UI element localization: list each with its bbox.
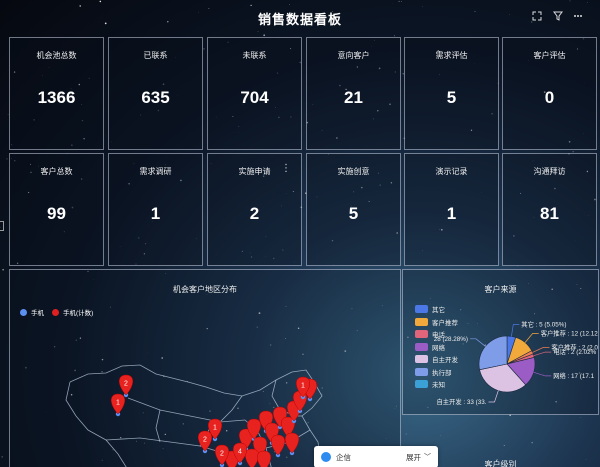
kpi-value: 5 (446, 88, 457, 107)
pie-slice-label: 自主开发 : 33 (33. (436, 397, 486, 406)
kpi-value: 2 (249, 204, 260, 223)
kpi-value: 1366 (37, 88, 76, 107)
map-province-border (127, 397, 246, 423)
dashboard-title: 销售数据看板 (257, 12, 342, 27)
china-map[interactable]: 212112 4 (10, 270, 401, 467)
chevron-down-icon: ﹀ (424, 454, 431, 461)
pie-slice-label: 客户推荐 : 12 (12.12%) (541, 328, 599, 337)
kpi-card-contacted[interactable]: 已联系 635 (108, 37, 203, 150)
kpi-label: 已联系 (143, 51, 168, 60)
pie-label-line (488, 390, 499, 403)
pie-label-line (532, 347, 550, 353)
kpi-label: 客户总数 (40, 167, 73, 176)
kpi-label: 意向客户 (337, 51, 370, 60)
pie-label-line (524, 333, 539, 343)
pie-slice-label: 网络 : 17 (17.1 (553, 371, 594, 380)
kpi-card-demo-records[interactable]: 演示记录 1 (404, 153, 499, 266)
kpi-card-implementation-idea[interactable]: 实施创意 5 (306, 153, 401, 266)
kpi-card-implementation-request[interactable]: 实施申请 2 ⋮ (207, 153, 302, 266)
kpi-card-opportunity-total[interactable]: 机会池总数 1366 (9, 37, 104, 150)
chat-icon (321, 452, 331, 462)
kpi-label: 机会池总数 (36, 51, 77, 60)
pie-slice-label: 其它 : 5 (5.05%) (521, 320, 566, 329)
kpi-value: 5 (348, 204, 359, 223)
more-icon[interactable] (573, 11, 583, 24)
map-panel: 机会客户地区分布 手机 手机(计数) 2121124 (9, 269, 401, 467)
map-pins: 212112 4 (111, 374, 317, 467)
kpi-label: 实施创意 (337, 167, 370, 176)
kpi-label: 需求评估 (435, 51, 468, 60)
pie-label-line (511, 324, 520, 337)
chat-expand-label: 展开 (406, 452, 421, 462)
kpi-label: 未联系 (242, 51, 267, 60)
map-pin-label: 2 (203, 437, 207, 444)
map-pin-label: 4 (238, 449, 242, 456)
kpi-value: 81 (540, 204, 559, 223)
kpi-card-customer-total[interactable]: 客户总数 99 (9, 153, 104, 266)
card-more-icon[interactable]: ⋮ (281, 163, 291, 174)
kpi-card-needs-research[interactable]: 需求调研 1 (108, 153, 203, 266)
map-province-border (155, 409, 161, 443)
map-pin-label: 2 (220, 451, 224, 458)
pie-label-line (533, 371, 552, 377)
filter-icon[interactable] (553, 11, 563, 24)
customer-source-pie[interactable]: 其它 : 5 (5.05%)客户推荐 : 12 (12.12%)客户推荐 : 2… (403, 270, 599, 415)
kpi-card-communication-visits[interactable]: 沟通拜访 81 (502, 153, 597, 266)
kpi-value: 635 (141, 88, 170, 107)
map-pin-label: 1 (213, 425, 217, 432)
pie-slice[interactable] (478, 335, 508, 371)
kpi-value: 0 (544, 88, 555, 107)
kpi-card-intent-customers[interactable]: 意向客户 21 (306, 37, 401, 150)
map-pin-label: 1 (116, 400, 120, 407)
kpi-card-customer-assessment[interactable]: 客户评估 0 (502, 37, 597, 150)
kpi-card-needs-assessment[interactable]: 需求评估 5 (404, 37, 499, 150)
kpi-card-not-contacted[interactable]: 未联系 704 (207, 37, 302, 150)
pie-label-line (470, 338, 486, 347)
kpi-value: 1 (150, 204, 161, 223)
kpi-label: 需求调研 (139, 167, 172, 176)
customer-source-panel: 客户来源 其它 客户推荐 电话 网络 自主开发 执行部 未知 其它 : 5 (5… (402, 269, 599, 415)
kpi-value: 99 (47, 204, 66, 223)
pie-slice-label: 28 (28.28%) (434, 336, 468, 343)
kpi-label: 演示记录 (435, 167, 468, 176)
fullscreen-icon[interactable] (532, 11, 542, 24)
side-edge-handle[interactable] (0, 221, 4, 231)
pie-label-line (533, 351, 552, 357)
map-pin-label: 1 (301, 383, 305, 390)
kpi-label: 客户评估 (533, 51, 566, 60)
pie-slice-label: 电话 : 2 (2.02% (553, 347, 596, 356)
chat-widget-button[interactable]: 企信 展开 ﹀ (314, 446, 438, 467)
kpi-label: 沟通拜访 (533, 167, 566, 176)
kpi-value: 704 (240, 88, 269, 107)
map-pin-label: 2 (124, 381, 128, 388)
kpi-value: 21 (344, 88, 363, 107)
dashboard-header: 销售数据看板 (0, 0, 600, 34)
chat-label: 企信 (336, 452, 351, 462)
kpi-value: 1 (446, 204, 457, 223)
